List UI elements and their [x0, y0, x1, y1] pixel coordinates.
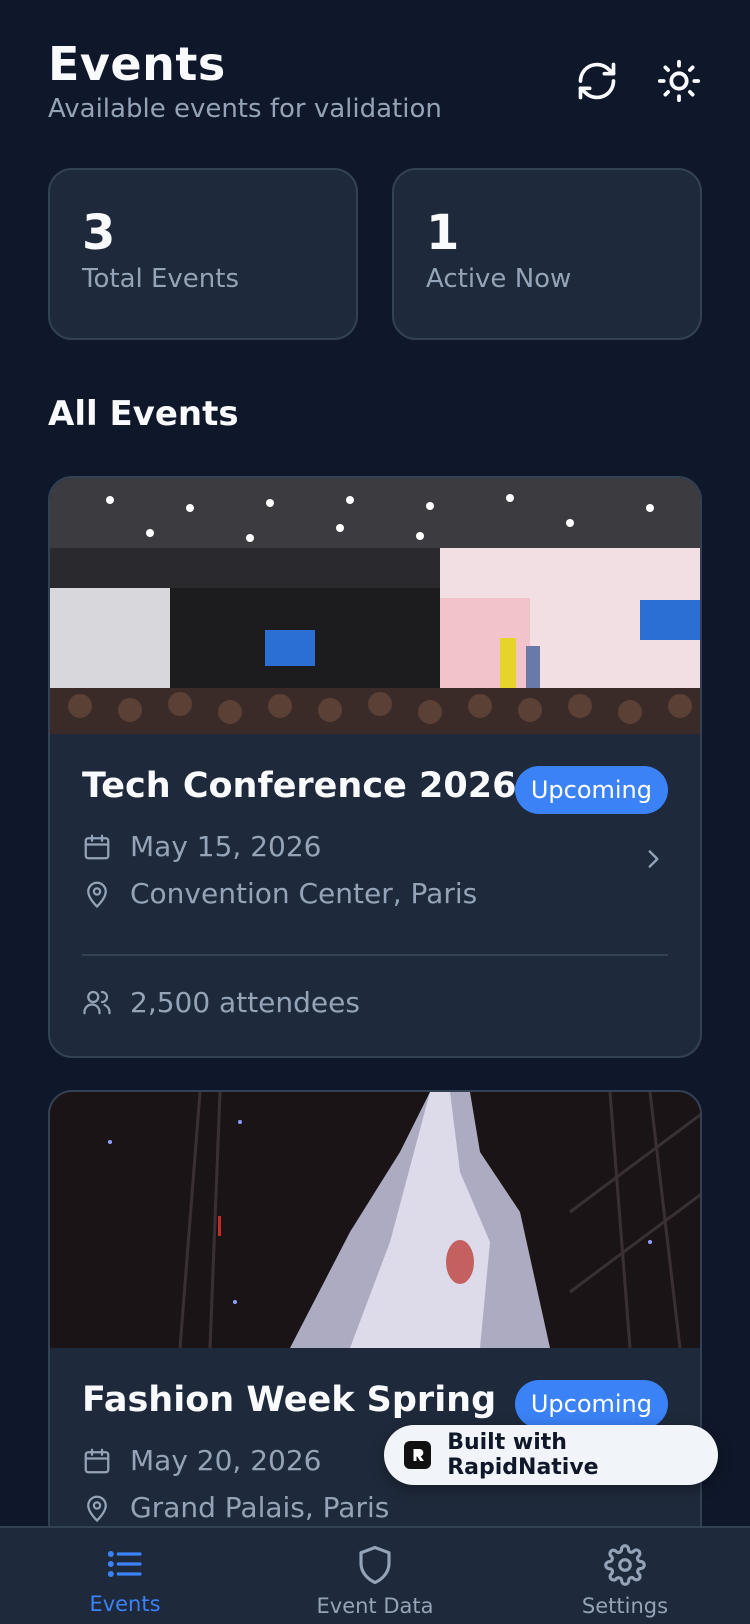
event-attendees: 2,500 attendees — [130, 985, 360, 1019]
event-date: May 15, 2026 — [130, 830, 322, 863]
calendar-icon — [82, 832, 112, 862]
event-location-row: Convention Center, Paris — [82, 877, 668, 910]
stat-label: Active Now — [426, 264, 572, 294]
nav-item-event-data[interactable]: Event Data — [250, 1528, 500, 1624]
event-location-row: Grand Palais, Paris — [82, 1491, 668, 1524]
calendar-icon — [82, 1446, 112, 1476]
event-image — [50, 1092, 700, 1348]
rapidnative-logo-icon — [404, 1441, 432, 1469]
list-icon — [107, 1550, 142, 1578]
sun-icon — [657, 59, 701, 103]
theme-toggle-button[interactable] — [656, 58, 702, 104]
nav-label: Event Data — [316, 1594, 434, 1618]
events-screen: Events Available events for validation 3… — [0, 0, 750, 1624]
nav-label: Events — [89, 1592, 161, 1616]
built-with-badge[interactable]: Built with RapidNative — [384, 1425, 718, 1485]
event-date-row: May 15, 2026 — [82, 830, 668, 863]
event-date: May 20, 2026 — [130, 1444, 322, 1477]
stats-row: 3 Total Events 1 Active Now — [48, 168, 702, 340]
event-attendees-row: 2,500 attendees — [82, 956, 668, 1048]
nav-item-events[interactable]: Events — [0, 1528, 250, 1624]
gear-icon — [604, 1544, 646, 1586]
map-pin-icon — [82, 1493, 112, 1523]
built-with-label: Built with RapidNative — [447, 1430, 599, 1480]
bottom-nav: Events Event Data Settings — [0, 1526, 750, 1624]
header: Events Available events for validation — [48, 36, 702, 136]
chevron-right-icon[interactable] — [640, 844, 666, 874]
section-title: All Events — [48, 394, 239, 434]
event-card[interactable]: Fashion Week Spring Upcoming May 20, 202… — [48, 1090, 702, 1560]
event-details: Tech Conference 2026 Upcoming May 15, 20… — [50, 734, 700, 1048]
users-icon — [82, 987, 112, 1017]
map-pin-icon — [82, 879, 112, 909]
event-card[interactable]: Tech Conference 2026 Upcoming May 15, 20… — [48, 476, 702, 1058]
event-image — [50, 478, 700, 734]
nav-item-settings[interactable]: Settings — [500, 1528, 750, 1624]
stat-label: Total Events — [82, 264, 240, 294]
status-badge: Upcoming — [514, 1380, 668, 1428]
refresh-icon — [578, 62, 616, 100]
stat-value: 3 — [82, 205, 116, 261]
status-badge: Upcoming — [514, 766, 668, 814]
refresh-button[interactable] — [574, 58, 620, 104]
stat-card-active: 1 Active Now — [392, 168, 702, 340]
event-location: Convention Center, Paris — [130, 877, 478, 910]
shield-icon — [359, 1545, 391, 1585]
nav-label: Settings — [581, 1594, 669, 1618]
stat-value: 1 — [426, 205, 460, 261]
event-location: Grand Palais, Paris — [130, 1491, 390, 1524]
header-actions — [574, 58, 702, 104]
stat-card-total: 3 Total Events — [48, 168, 358, 340]
